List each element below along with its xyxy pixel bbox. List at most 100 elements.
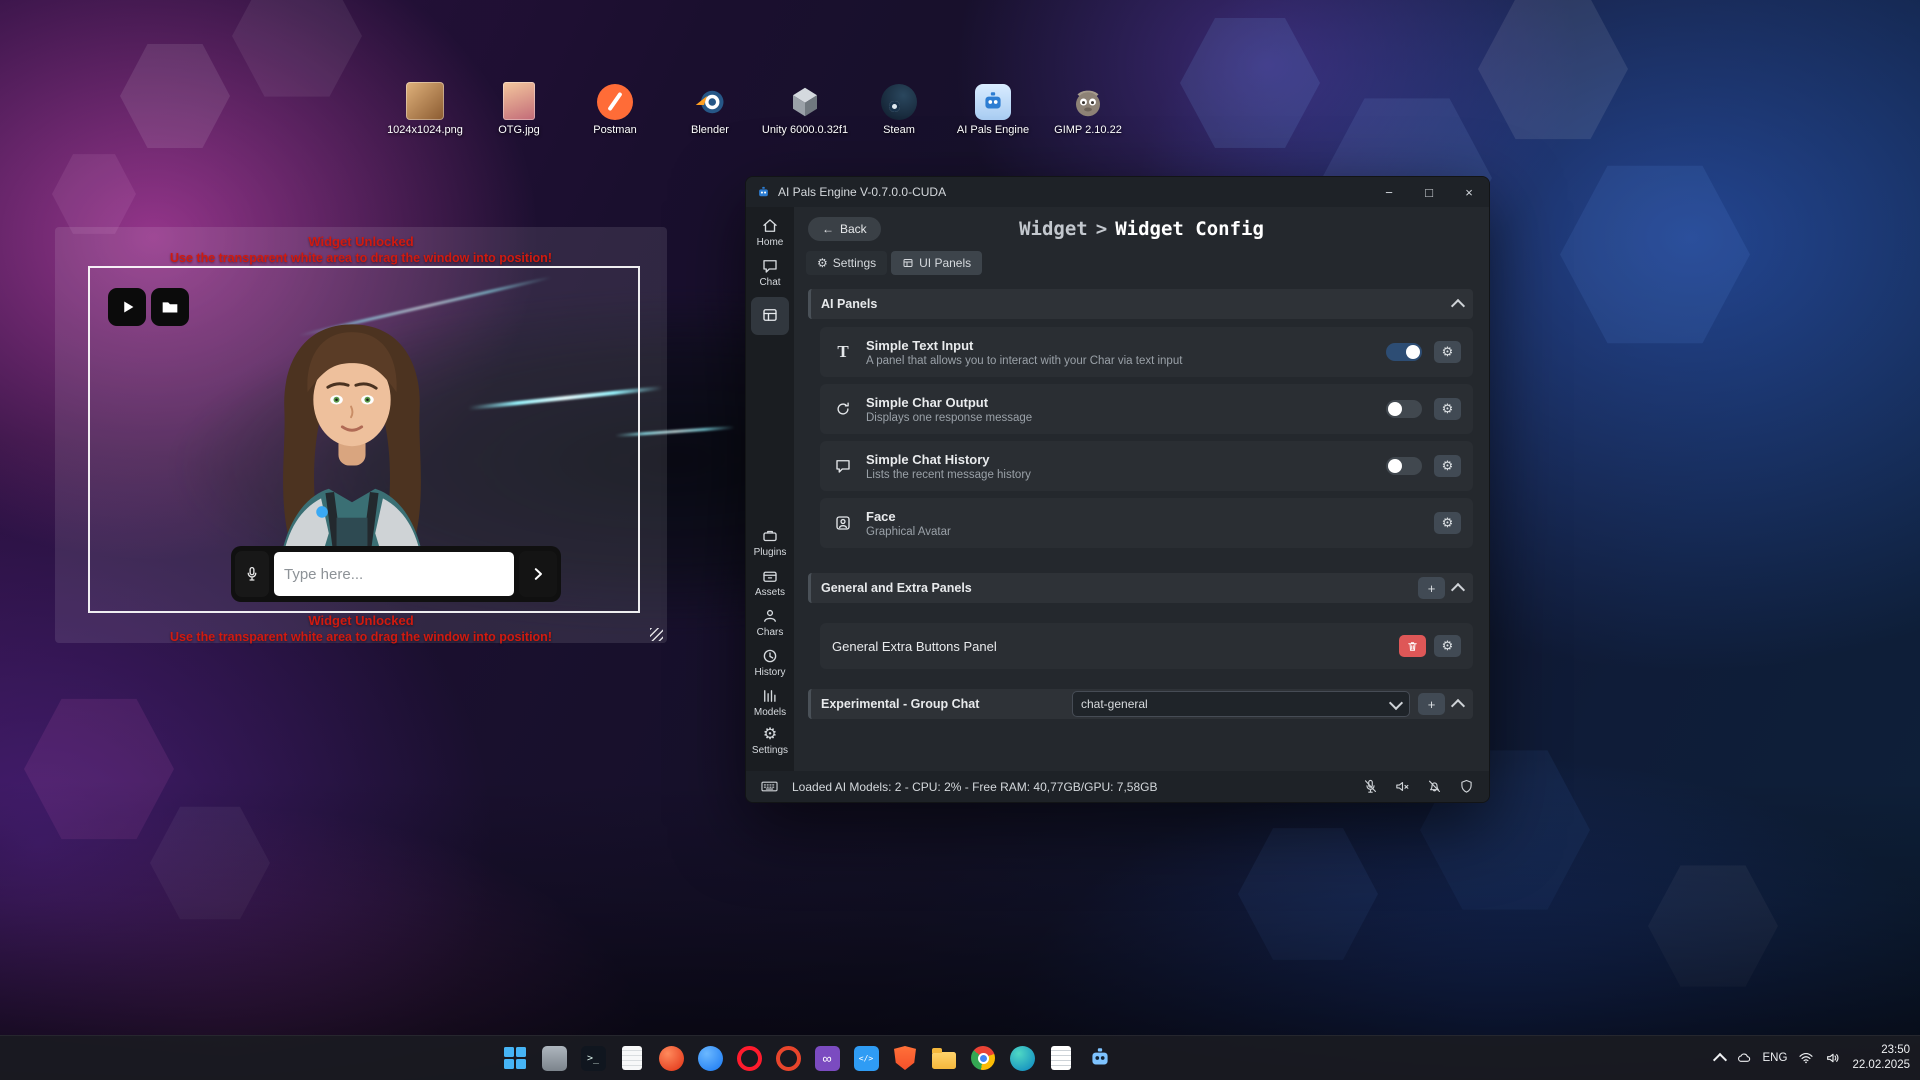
simple-char-output-settings-button[interactable]: ⚙ [1434,398,1461,420]
speaker-mute-button[interactable] [1389,776,1415,798]
simple-chat-history-toggle[interactable] [1386,457,1422,475]
desktop-icon-image-file[interactable]: 1024x1024.png [380,80,470,136]
general-panel-settings-button[interactable]: ⚙ [1434,635,1461,657]
volume-icon[interactable] [1825,1050,1841,1066]
taskbar-terminal[interactable]: >_ [575,1040,611,1076]
taskbar-folder[interactable] [926,1040,962,1076]
titlebar[interactable]: AI Pals Engine V-0.7.0.0-CUDA − □ × [746,177,1489,207]
taskbar-clock[interactable]: 23:50 22.02.2025 [1852,1043,1910,1073]
send-chevron-icon [529,565,547,583]
widget-folder-button[interactable] [151,288,189,326]
taskbar: >_ ∞ </> ENG 23:50 22.02.2025 [0,1035,1920,1080]
tray-cloud-icon[interactable] [1736,1050,1752,1066]
terminal-icon: >_ [581,1046,606,1071]
language-indicator[interactable]: ENG [1763,1052,1788,1064]
chevron-down-icon [1389,695,1403,709]
collapse-chevron-icon[interactable] [1451,583,1465,597]
wifi-icon[interactable] [1798,1050,1814,1066]
tab-settings[interactable]: ⚙ Settings [806,251,887,275]
minimize-button[interactable]: − [1369,177,1409,207]
back-button[interactable]: ← Back [808,217,881,241]
mic-button[interactable] [235,551,269,597]
sidebar-label: Chars [757,627,784,638]
taskbar-vscode[interactable]: </> [848,1040,884,1076]
tab-ui-panels[interactable]: UI Panels [891,251,982,275]
section-experimental-header[interactable]: Experimental - Group Chat chat-general + [808,689,1473,719]
group-chat-dropdown[interactable]: chat-general [1072,691,1410,717]
simple-text-input-toggle[interactable] [1386,343,1422,361]
desktop-icon-unity[interactable]: Unity 6000.0.32f1 [760,80,850,136]
sidebar-item-chat[interactable]: Chat [748,257,792,288]
sidebar-item-models[interactable]: Models [748,687,792,718]
sidebar-item-chars[interactable]: Chars [748,607,792,638]
desktop-icon-ai-pals[interactable]: AI Pals Engine [948,80,1038,136]
sidebar-item-history[interactable]: History [748,647,792,678]
taskbar-browser-2[interactable] [770,1040,806,1076]
send-button[interactable] [519,551,557,597]
widget-drag-area[interactable]: Widget Unlocked Use the transparent whit… [55,227,667,643]
simple-text-input-settings-button[interactable]: ⚙ [1434,341,1461,363]
desktop-icon-otg-jpg[interactable]: OTG.jpg [474,80,564,136]
mic-mute-button[interactable] [1357,776,1383,798]
app-window: AI Pals Engine V-0.7.0.0-CUDA − □ × Home… [745,176,1490,803]
simple-chat-history-settings-button[interactable]: ⚙ [1434,455,1461,477]
speaker-muted-icon [1394,778,1411,795]
taskbar-messenger[interactable] [692,1040,728,1076]
widget-unlocked-title: Widget Unlocked [55,234,667,249]
unity-icon [787,84,823,120]
sidebar-item-home[interactable]: Home [748,217,792,248]
face-avatar-icon [832,514,854,532]
desktop-icon-blender[interactable]: Blender [665,80,755,136]
taskbar-ai-pals[interactable] [1082,1040,1118,1076]
widget-text-input[interactable] [274,552,514,596]
show-hidden-icons-chevron[interactable] [1712,1053,1726,1067]
taskbar-file-explorer[interactable] [536,1040,572,1076]
widget-play-button[interactable] [108,288,146,326]
section-general-panels-header[interactable]: General and Extra Panels + [808,573,1473,603]
collapse-chevron-icon[interactable] [1451,699,1465,713]
delete-panel-button[interactable] [1399,635,1426,657]
sidebar-item-plugins[interactable]: Plugins [748,527,792,558]
add-group-chat-button[interactable]: + [1418,693,1445,715]
safety-shield-button[interactable] [1453,776,1479,798]
sidebar-item-assets[interactable]: Assets [748,567,792,598]
desktop-icon-postman[interactable]: Postman [570,80,660,136]
plus-icon: + [1428,581,1436,596]
taskbar-notes-app[interactable] [614,1040,650,1076]
widget-unlocked-title: Widget Unlocked [55,613,667,628]
models-icon [761,687,779,705]
taskbar-teal-app[interactable] [1004,1040,1040,1076]
desktop-icon-label: Steam [854,124,944,136]
sidebar-item-settings[interactable]: ⚙ Settings [748,727,792,756]
virtual-keyboard-button[interactable] [756,776,782,798]
desktop-icon-steam[interactable]: Steam [854,80,944,136]
taskbar-opera[interactable] [731,1040,767,1076]
blender-icon [692,84,728,120]
widget-resize-handle[interactable] [650,628,663,641]
taskbar-notepad[interactable] [1043,1040,1079,1076]
simple-char-output-toggle[interactable] [1386,400,1422,418]
desktop-icon-label: OTG.jpg [474,124,564,136]
section-ai-panels-header[interactable]: AI Panels [808,289,1473,319]
taskbar-chrome[interactable] [965,1040,1001,1076]
start-button[interactable] [497,1040,533,1076]
tab-label: UI Panels [919,256,971,270]
desktop-icon-gimp[interactable]: GIMP 2.10.22 [1043,80,1133,136]
maximize-button[interactable]: □ [1409,177,1449,207]
gear-icon: ⚙ [817,256,828,270]
collapse-chevron-icon[interactable] [1451,299,1465,313]
widget-input-bar [231,546,561,602]
panel-card-simple-text-input: T Simple Text Input A panel that allows … [820,327,1473,377]
browser-ring-icon [776,1046,801,1071]
taskbar-visual-studio[interactable]: ∞ [809,1040,845,1076]
add-general-panel-button[interactable]: + [1418,577,1445,599]
taskbar-opera-gx[interactable] [653,1040,689,1076]
panel-description: A panel that allows you to interact with… [866,355,1374,367]
face-settings-button[interactable]: ⚙ [1434,512,1461,534]
widget-unlocked-banner: Widget Unlocked Use the transparent whit… [55,234,667,265]
notifications-mute-button[interactable] [1421,776,1447,798]
sidebar-item-widget[interactable] [751,297,789,335]
taskbar-brave[interactable] [887,1040,923,1076]
chrome-icon [971,1046,995,1070]
close-button[interactable]: × [1449,177,1489,207]
